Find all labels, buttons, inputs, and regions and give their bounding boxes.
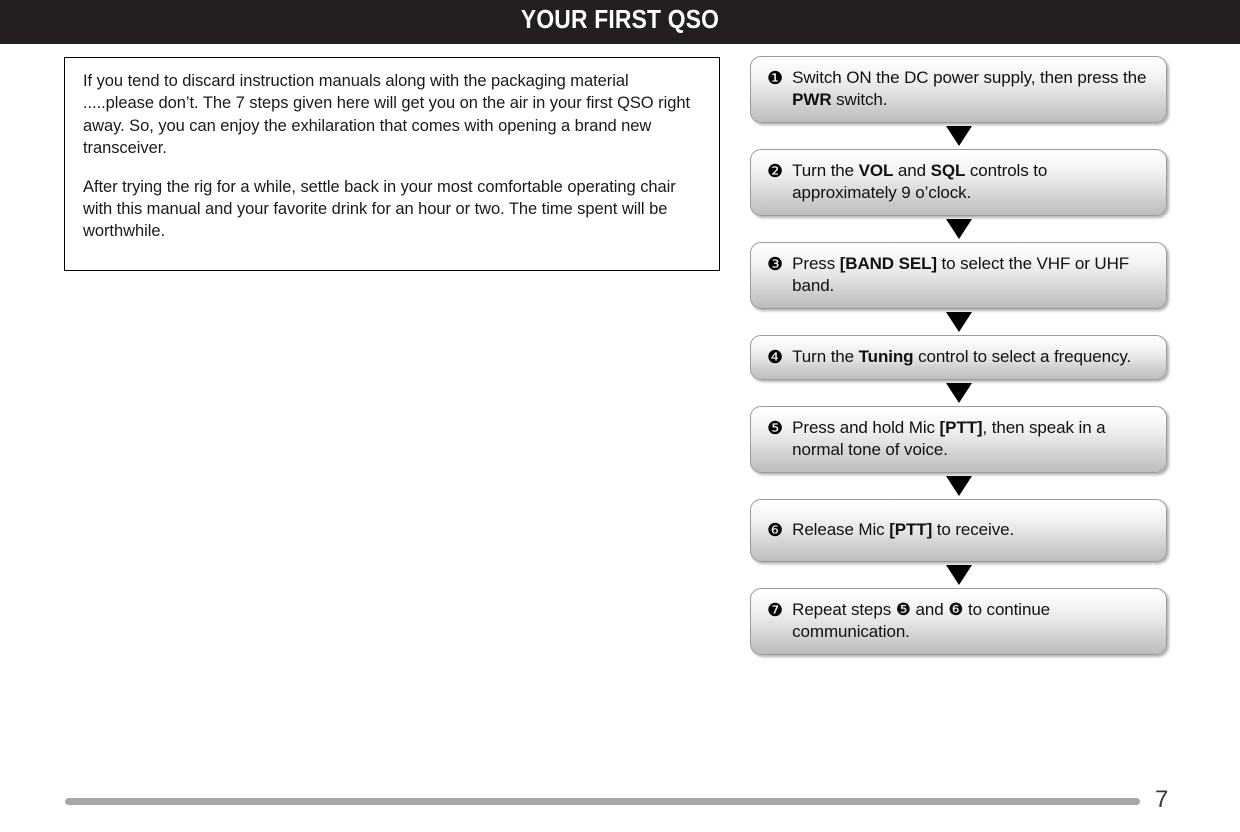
step-number-badge: ❼ [767, 600, 784, 620]
flow-arrow-down [750, 380, 1167, 406]
step-text-segment: Turn the [792, 347, 859, 366]
step-number-badge: ❷ [767, 161, 784, 181]
step-text-segment: Switch ON the DC power supply, then pres… [792, 68, 1147, 87]
arrow-down-icon [945, 476, 972, 496]
step-number-badge: ❹ [767, 347, 784, 367]
arrow-down-icon [945, 312, 972, 332]
arrow-down-icon [945, 565, 972, 585]
step-number-badge: ❻ [767, 520, 784, 540]
step-number-badge: ❶ [767, 68, 784, 88]
step-text-segment: to receive. [932, 520, 1015, 539]
step-text-segment: control to select a frequency. [913, 347, 1132, 366]
step-text-segment: Turn the [792, 161, 859, 180]
flow-arrow-down [750, 473, 1167, 499]
step-text-emphasis: Tuning [858, 347, 914, 366]
page-number: 7 [1155, 786, 1169, 813]
page-title: YOUR FIRST QSO [520, 4, 720, 34]
flow-arrow-down [750, 562, 1167, 588]
step-text-segment: switch. [831, 90, 888, 109]
step-text: Press and hold Mic [PTT], then speak in … [792, 417, 1152, 461]
step-text-emphasis: [PTT] [939, 418, 983, 437]
footer-divider-rule [65, 798, 1140, 805]
step-text: Turn the Tuning control to select a freq… [792, 346, 1131, 368]
step-text-segment: and [893, 161, 931, 180]
flow-step-box: ❸ Press [BAND SEL] to select the VHF or U… [750, 242, 1167, 309]
step-text-emphasis: VOL [858, 161, 894, 180]
intro-paragraph: If you tend to discard instruction manua… [83, 72, 690, 158]
step-text-emphasis: [PTT] [889, 520, 933, 539]
arrow-down-icon [945, 219, 972, 239]
step-text-emphasis: SQL [930, 161, 966, 180]
step-number-badge: ❸ [767, 254, 784, 274]
intro-text-box: If you tend to discard instruction manua… [64, 57, 720, 271]
step-text: Switch ON the DC power supply, then pres… [792, 67, 1152, 111]
step-text: Repeat steps ❺ and ❻ to continue communi… [792, 599, 1152, 643]
step-text-segment: Release Mic [792, 520, 890, 539]
qso-steps-flowchart: ❶ Switch ON the DC power supply, then pre… [750, 56, 1167, 655]
step-text: Turn the VOL and SQL controls to approxi… [792, 160, 1152, 204]
flow-step-box: ❶ Switch ON the DC power supply, then pre… [750, 56, 1167, 123]
arrow-down-icon [945, 383, 972, 403]
flow-step-box: ❷ Turn the VOL and SQL controls to approx… [750, 149, 1167, 216]
flow-step-box: ❼ Repeat steps ❺ and ❻ to continue commun… [750, 588, 1167, 655]
page-root: YOUR FIRST QSO If you tend to discard in… [0, 0, 1240, 832]
flow-step-box: ❺ Press and hold Mic [PTT], then speak in… [750, 406, 1167, 473]
step-text: Release Mic [PTT] to receive. [792, 519, 1014, 541]
step-text-segment: Repeat steps ❺ and ❻ to continue communi… [792, 600, 1051, 641]
step-text: Press [BAND SEL] to select the VHF or UH… [792, 253, 1152, 297]
flow-step-box: ❻ Release Mic [PTT] to receive. [750, 499, 1167, 562]
flow-arrow-down [750, 123, 1167, 149]
step-text-emphasis: [BAND SEL] [839, 254, 937, 273]
intro-paragraph: After trying the rig for a while, settle… [83, 177, 676, 241]
flow-step-box: ❹ Turn the Tuning control to select a fre… [750, 335, 1167, 380]
flow-arrow-down [750, 216, 1167, 242]
step-text-segment: Press and hold Mic [792, 418, 940, 437]
page-header-bar: YOUR FIRST QSO [0, 0, 1240, 44]
step-text-emphasis: PWR [792, 90, 832, 109]
flow-arrow-down [750, 309, 1167, 335]
step-text-segment: Press [792, 254, 840, 273]
step-number-badge: ❺ [767, 418, 784, 438]
arrow-down-icon [945, 126, 972, 146]
